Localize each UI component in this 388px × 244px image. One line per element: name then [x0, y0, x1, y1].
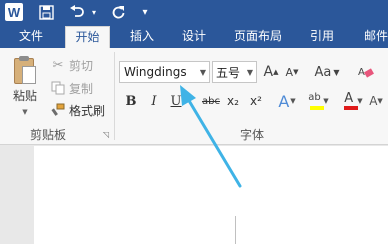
margin-guide: [235, 216, 236, 244]
change-case-label: Aa: [314, 64, 332, 80]
copy-label: 复制: [69, 81, 94, 96]
strikethrough-button[interactable]: abc: [200, 90, 222, 112]
cut-label: 剪切: [69, 58, 94, 73]
tab-references[interactable]: 引用: [304, 24, 340, 48]
font-size-value: 五号: [216, 65, 241, 80]
font-color-label: A: [344, 91, 354, 106]
tab-insert[interactable]: 插入: [124, 24, 160, 48]
underline-button[interactable]: U: [168, 90, 184, 112]
redo-icon[interactable]: [107, 0, 129, 24]
text-effects-button[interactable]: A ▼: [276, 90, 298, 112]
clear-formatting-button[interactable]: A: [355, 61, 377, 83]
clipboard-group-label: 剪贴板: [30, 128, 67, 142]
chevron-down-icon[interactable]: ▼: [200, 68, 206, 77]
superscript-button[interactable]: x²: [246, 90, 266, 112]
save-icon[interactable]: [35, 0, 57, 24]
chevron-down-icon[interactable]: ▼: [22, 108, 27, 116]
tab-home[interactable]: 开始: [65, 26, 110, 48]
format-painter-button[interactable]: 格式刷: [50, 101, 105, 119]
paintbrush-icon: [50, 102, 66, 118]
scissors-icon: ✂: [52, 57, 64, 73]
change-case-button[interactable]: Aa ▼: [312, 61, 342, 83]
cut-button[interactable]: ✂ 剪切: [50, 56, 93, 74]
tab-file[interactable]: 文件: [0, 24, 62, 48]
grow-font-button[interactable]: A ▲: [262, 61, 280, 83]
paste-icon: [12, 56, 38, 84]
font-name-combobox[interactable]: Wingdings ▼: [119, 61, 210, 83]
font-size-combobox[interactable]: 五号 ▼: [212, 61, 257, 83]
format-painter-label: 格式刷: [69, 103, 106, 118]
document-page[interactable]: [34, 146, 388, 244]
highlighter-icon: ab: [308, 92, 321, 103]
copy-button[interactable]: 复制: [50, 79, 93, 97]
ribbon-tabs: 文件 开始 插入 设计 页面布局 引用 邮件: [0, 24, 388, 48]
customize-toolbar-dropdown[interactable]: ▾: [137, 0, 153, 24]
paste-button[interactable]: 粘贴 ▼: [6, 52, 44, 116]
dialog-launcher-icon[interactable]: ◹: [103, 130, 109, 139]
font-group-label: 字体: [240, 128, 265, 142]
ribbon-home: 粘贴 ▼ ✂ 剪切 复制 格式刷 剪贴板 ◹ Wingdings ▼ 五号 ▼ …: [0, 48, 388, 145]
text-effects-label: A: [278, 91, 290, 111]
tab-mailings[interactable]: 邮件: [356, 24, 388, 48]
undo-dropdown[interactable]: ▾: [89, 0, 99, 24]
more-font-options-button[interactable]: A ▼: [366, 90, 386, 112]
group-divider: [114, 52, 115, 140]
undo-icon[interactable]: [66, 0, 88, 24]
tab-page-layout[interactable]: 页面布局: [228, 24, 288, 48]
quick-access-toolbar: W ▾ ▾: [0, 0, 388, 24]
copy-icon: [50, 80, 66, 96]
highlight-button[interactable]: ab ▼: [306, 90, 330, 112]
bold-button[interactable]: B: [122, 90, 140, 112]
subscript-button[interactable]: x₂: [223, 90, 243, 112]
chevron-down-icon[interactable]: ▼: [247, 68, 253, 77]
svg-text:A: A: [358, 67, 365, 78]
document-area: [0, 146, 388, 244]
shrink-font-button[interactable]: A ▼: [284, 61, 300, 83]
highlight-color-bar: [310, 106, 325, 110]
paste-label: 粘贴: [12, 89, 37, 103]
eraser-icon: A: [358, 67, 374, 78]
tab-design[interactable]: 设计: [176, 24, 212, 48]
word-icon: W: [5, 3, 23, 21]
font-name-value: Wingdings: [124, 65, 187, 79]
font-color-bar: [344, 106, 359, 110]
font-color-button[interactable]: A ▼: [340, 90, 364, 112]
italic-button[interactable]: I: [146, 90, 162, 112]
